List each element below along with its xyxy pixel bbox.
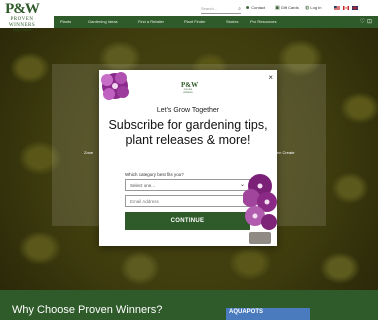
modal-logo-sub: PROVEN WINNERS bbox=[183, 89, 193, 94]
modal-headline: Subscribe for gardening tips, plant rele… bbox=[108, 118, 268, 147]
category-select-value: Select one... bbox=[130, 183, 156, 188]
continue-button[interactable]: CONTINUE bbox=[125, 212, 250, 230]
lock-icon: ◍ bbox=[305, 5, 310, 11]
nav-item-plants[interactable]: Plants bbox=[60, 19, 71, 24]
ca-flag-icon[interactable] bbox=[343, 6, 349, 10]
why-heading: Why Choose Proven Winners? bbox=[12, 304, 163, 316]
logo-mark: P&W bbox=[5, 1, 40, 17]
aquapots-ad[interactable]: AQUAPOTS bbox=[226, 308, 310, 320]
login-label: Log In bbox=[310, 5, 322, 10]
site-logo[interactable]: P&W PROVEN WINNERS Stay Proven bbox=[4, 2, 40, 36]
person-icon: ☻ bbox=[245, 5, 251, 11]
gift-cards-link[interactable]: ▣Gift Cards bbox=[275, 5, 299, 11]
login-link[interactable]: ◍Log In bbox=[305, 5, 322, 11]
potted-petunia-image bbox=[243, 174, 277, 244]
subscribe-modal: × P&W PROVEN WINNERS Let's Grow Together… bbox=[99, 70, 277, 246]
close-icon[interactable]: × bbox=[268, 74, 273, 82]
uk-flag-icon[interactable] bbox=[352, 6, 358, 10]
nav-item-stories[interactable]: Stories bbox=[226, 19, 238, 24]
search-icon[interactable]: ⌕ bbox=[238, 6, 241, 12]
site-header: P&W PROVEN WINNERS Stay Proven Search...… bbox=[0, 0, 378, 32]
category-label: Which category best fits you? bbox=[125, 172, 184, 177]
category-select[interactable]: Select one... ⌄ bbox=[125, 179, 250, 191]
modal-logo-mark: P&W bbox=[181, 81, 199, 89]
contact-link[interactable]: ☻Contact bbox=[245, 5, 265, 11]
nav-item-gardening-ideas[interactable]: Gardening Ideas bbox=[88, 19, 118, 24]
contact-label: Contact bbox=[251, 5, 266, 10]
search-placeholder: Search... bbox=[201, 6, 218, 11]
logo-tagline: Stay Proven bbox=[12, 28, 32, 32]
cart-icon[interactable]: ⊡ bbox=[367, 19, 374, 25]
main-nav: Plants Gardening Ideas Find a Retailer P… bbox=[54, 16, 378, 28]
heart-icon[interactable]: ♡ bbox=[360, 19, 367, 25]
nav-item-plant-finder[interactable]: Plant Finder bbox=[184, 19, 206, 24]
nav-item-find-retailer[interactable]: Find a Retailer bbox=[138, 19, 164, 24]
gift-icon: ▣ bbox=[275, 5, 280, 11]
search-input[interactable]: Search... ⌕ bbox=[201, 6, 241, 14]
us-flag-icon[interactable] bbox=[334, 6, 340, 10]
modal-logo: P&W PROVEN WINNERS bbox=[181, 81, 199, 94]
email-placeholder: Email Address bbox=[130, 199, 159, 204]
hero-zone-label[interactable]: Zone bbox=[84, 150, 93, 155]
gift-cards-label: Gift Cards bbox=[280, 5, 299, 10]
petunia-flower-image bbox=[101, 72, 129, 100]
nav-item-pro-resources[interactable]: Pro Resources bbox=[250, 19, 276, 24]
nav-actions: ♡⊡ bbox=[360, 18, 374, 25]
modal-kicker: Let's Grow Together bbox=[156, 107, 220, 114]
email-field[interactable]: Email Address bbox=[125, 195, 250, 207]
